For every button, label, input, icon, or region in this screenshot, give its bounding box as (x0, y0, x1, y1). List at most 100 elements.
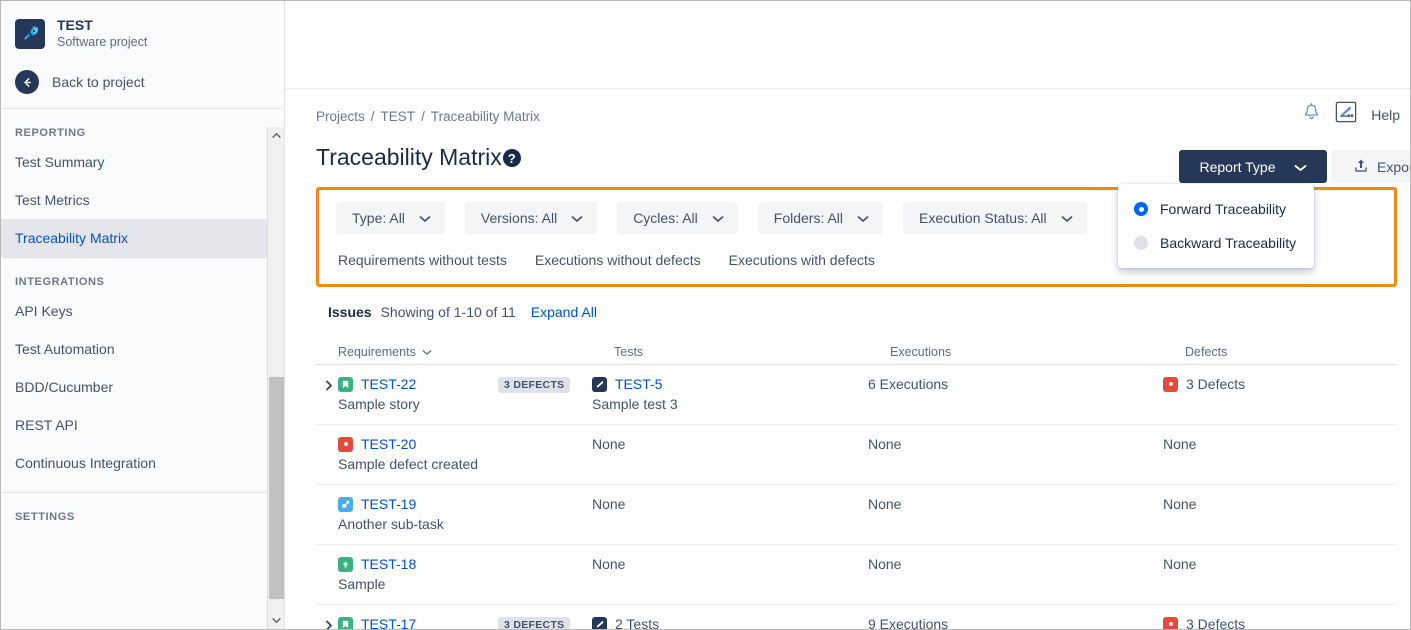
chevron-down-icon (571, 210, 583, 226)
chevron-down-icon (1294, 159, 1307, 175)
filter-folders[interactable]: Folders: All (757, 202, 884, 234)
bell-icon[interactable] (1302, 102, 1321, 128)
defects-count: 3 Defects (1186, 376, 1246, 392)
executions-count: 6 Executions (868, 376, 949, 392)
menu-item-forward-traceability[interactable]: Forward Traceability (1118, 192, 1314, 226)
quick-filter-executions-without-defects[interactable]: Executions without defects (535, 252, 701, 268)
test-key-line: TEST-5 (592, 376, 868, 392)
subtask-icon (338, 496, 353, 512)
cell-requirements: TEST-22 Sample story 3 DEFECTS (316, 376, 592, 414)
table-row[interactable]: TEST-18 Sample None None None (316, 545, 1397, 605)
chevron-down-icon (857, 210, 869, 226)
requirement-key[interactable]: TEST-19 (361, 496, 416, 512)
requirement-summary: Sample (338, 576, 386, 592)
defects-count: None (1163, 436, 1197, 452)
column-header-defects: Defects (1185, 344, 1228, 359)
cell-executions: 9 Executions (868, 616, 1163, 629)
tests-value: None (592, 436, 626, 452)
test-icon (592, 616, 607, 629)
table-row[interactable]: TEST-19 Another sub-task None None None (316, 485, 1397, 545)
defects-count: 3 Defects (1186, 616, 1246, 629)
breadcrumb: Projects / TEST / Traceability Matrix (316, 89, 1410, 124)
filter-folders-label: Folders: All (773, 210, 844, 226)
report-type-button[interactable]: Report Type (1179, 150, 1327, 183)
chevron-down-icon (1061, 210, 1073, 226)
sidebar-item-test-automation[interactable]: Test Automation (1, 330, 284, 368)
filter-cycles[interactable]: Cycles: All (617, 202, 738, 234)
help-question-icon[interactable]: ? (502, 149, 521, 167)
test-summary: Sample test 3 (592, 396, 678, 412)
menu-item-backward-traceability-label: Backward Traceability (1160, 235, 1297, 251)
filter-type[interactable]: Type: All (336, 202, 445, 234)
feedback-icon[interactable] (1335, 101, 1357, 128)
tests-line: 2 Tests (592, 616, 868, 629)
table-row[interactable]: TEST-20 Sample defect created None None … (316, 425, 1397, 485)
bug-icon (1163, 616, 1178, 629)
quick-filter-requirements-without-tests[interactable]: Requirements without tests (338, 252, 507, 268)
sidebar-item-rest-api[interactable]: REST API (1, 406, 284, 444)
cell-tests: None (592, 556, 868, 594)
breadcrumb-separator-2: / (421, 109, 425, 124)
breadcrumb-test[interactable]: TEST (381, 109, 416, 124)
help-link[interactable]: Help (1371, 107, 1400, 123)
cell-defects: 3 Defects (1163, 616, 1397, 629)
table-row[interactable]: TEST-22 Sample story 3 DEFECTS TEST-5 Sa… (316, 365, 1397, 425)
back-to-project-link[interactable]: Back to project (1, 62, 284, 108)
sidebar-item-bdd-cucumber[interactable]: BDD/Cucumber (1, 368, 284, 406)
expand-row-chevron-icon[interactable] (322, 378, 336, 392)
sidebar-item-continuous-integration[interactable]: Continuous Integration (1, 444, 284, 482)
defects-line: 3 Defects (1163, 616, 1397, 629)
expand-all-link[interactable]: Expand All (531, 304, 597, 320)
rocket-icon (15, 18, 45, 49)
quick-filter-executions-with-defects[interactable]: Executions with defects (729, 252, 875, 268)
menu-item-backward-traceability[interactable]: Backward Traceability (1118, 226, 1314, 260)
menu-item-forward-traceability-label: Forward Traceability (1160, 201, 1287, 217)
requirement-summary: Another sub-task (338, 516, 444, 532)
application-window: TEST Software project Back to project RE… (0, 0, 1411, 630)
filter-versions[interactable]: Versions: All (464, 202, 598, 234)
filter-execution-status[interactable]: Execution Status: All (903, 202, 1087, 234)
cell-requirements: TEST-17 3 DEFECTS (316, 616, 592, 629)
defects-badge: 3 DEFECTS (498, 377, 571, 393)
cell-tests: None (592, 496, 868, 534)
sidebar-item-api-keys[interactable]: API Keys (1, 292, 284, 330)
scroll-down-arrow-icon[interactable] (268, 612, 284, 629)
cell-requirements: TEST-19 Another sub-task (316, 496, 592, 534)
export-button[interactable]: Export (1331, 150, 1410, 183)
test-key[interactable]: TEST-5 (615, 376, 662, 392)
requirement-key[interactable]: TEST-22 (361, 376, 416, 392)
table-row[interactable]: TEST-17 3 DEFECTS 2 Tests 9 Executions 3… (316, 605, 1397, 629)
defects-badge: 3 DEFECTS (498, 617, 571, 629)
expand-row-chevron-icon[interactable] (322, 618, 336, 629)
scroll-up-arrow-icon[interactable] (268, 127, 284, 144)
filter-execution-status-label: Execution Status: All (919, 210, 1047, 226)
improvement-icon (338, 556, 353, 572)
scrollbar-thumb[interactable] (269, 377, 284, 599)
story-icon (338, 376, 353, 392)
issues-label: Issues (328, 304, 372, 320)
defects-count: None (1163, 496, 1197, 512)
requirement-key-line: TEST-18 (338, 556, 592, 572)
defects-count: None (1163, 556, 1197, 572)
sidebar: TEST Software project Back to project RE… (1, 1, 285, 629)
sidebar-section-integrations: INTEGRATIONS (15, 276, 105, 288)
breadcrumb-traceability-matrix[interactable]: Traceability Matrix (431, 109, 540, 124)
cell-executions: None (868, 556, 1163, 594)
issues-count: Showing of 1-10 of 11 (380, 304, 516, 320)
sidebar-section-settings: SETTINGS (15, 511, 75, 523)
sidebar-scrollbar[interactable] (267, 127, 284, 629)
requirement-key[interactable]: TEST-18 (361, 556, 416, 572)
requirement-key[interactable]: TEST-20 (361, 436, 416, 452)
tests-value: None (592, 556, 626, 572)
table-header-row: Requirements Tests Executions Defects (316, 339, 1397, 365)
sidebar-item-test-metrics[interactable]: Test Metrics (1, 181, 284, 219)
sidebar-item-test-summary[interactable]: Test Summary (1, 143, 284, 181)
sidebar-item-traceability-matrix[interactable]: Traceability Matrix (1, 219, 284, 257)
requirement-key[interactable]: TEST-17 (361, 616, 416, 629)
cell-executions: 6 Executions (868, 376, 1163, 414)
filter-type-label: Type: All (352, 210, 405, 226)
breadcrumb-projects[interactable]: Projects (316, 109, 365, 124)
cell-defects: None (1163, 436, 1397, 474)
header-actions: Help (1302, 101, 1400, 128)
column-header-requirements[interactable]: Requirements (338, 345, 614, 359)
